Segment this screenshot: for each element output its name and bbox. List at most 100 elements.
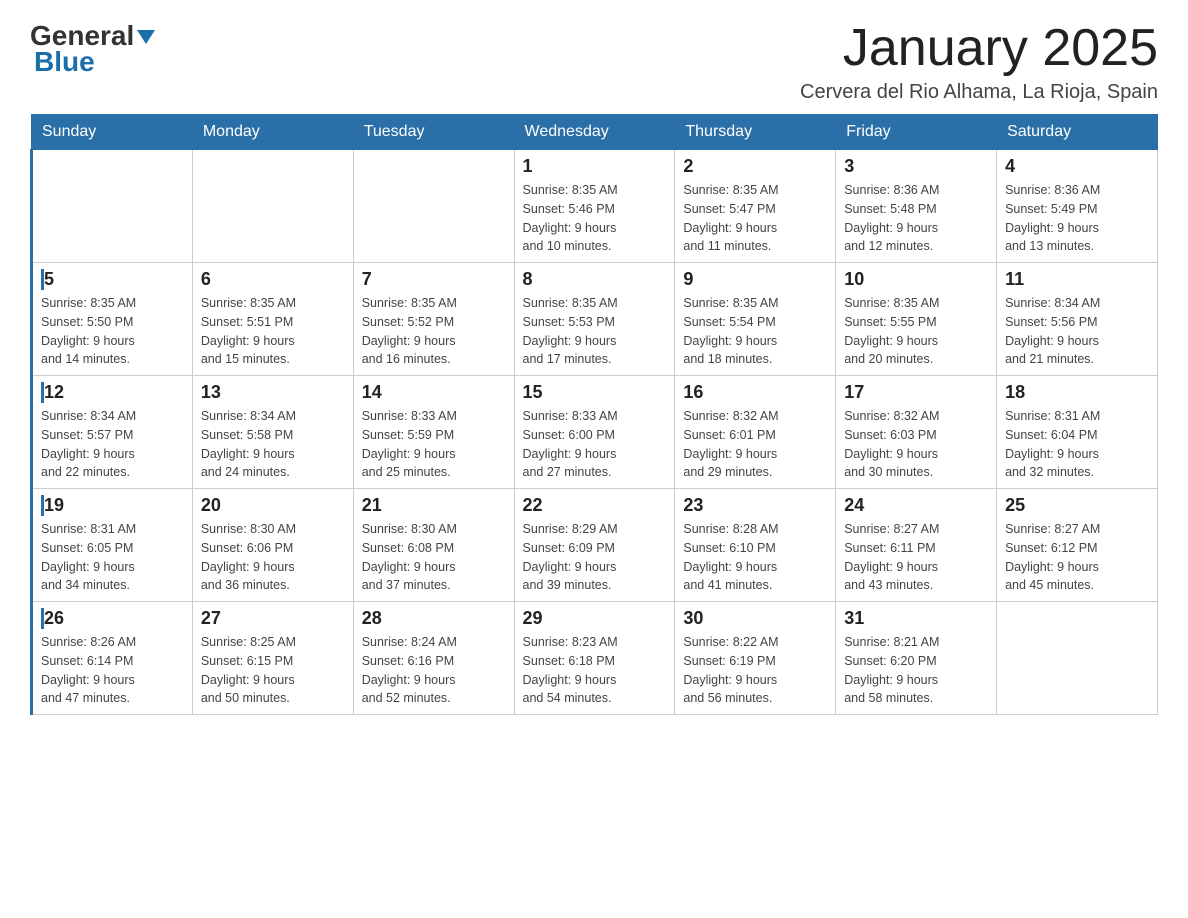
day-number: 8 (523, 269, 667, 290)
day-info: Sunrise: 8:33 AMSunset: 6:00 PMDaylight:… (523, 407, 667, 482)
day-number: 30 (683, 608, 827, 629)
day-number: 15 (523, 382, 667, 403)
calendar-cell: 10Sunrise: 8:35 AMSunset: 5:55 PMDayligh… (836, 263, 997, 376)
logo-triangle-icon (135, 26, 157, 48)
day-number: 6 (201, 269, 345, 290)
calendar-cell: 17 Sunrise: 8:32 AMSunset: 6:03 PMDayligh… (836, 376, 997, 489)
day-info: Sunrise: 8:24 AMSunset: 6:16 PMDaylight:… (362, 633, 506, 708)
calendar-cell: 1 Sunrise: 8:35 AMSunset: 5:46 PMDaylight… (514, 150, 675, 263)
calendar-cell: 4 Sunrise: 8:36 AMSunset: 5:49 PMDaylight… (997, 150, 1158, 263)
day-number: 13 (201, 382, 345, 403)
day-info: Sunrise: 8:30 AMSunset: 6:06 PMDaylight:… (201, 520, 345, 595)
calendar-week-row: 26 Sunrise: 8:26 AMSunset: 6:14 PMDayligh… (32, 602, 1158, 715)
day-number: 1 (523, 156, 667, 177)
calendar-cell: 30 Sunrise: 8:22 AMSunset: 6:19 PMDayligh… (675, 602, 836, 715)
day-info: Sunrise: 8:34 AMSunset: 5:56 PMDaylight:… (1005, 294, 1149, 369)
day-number: 5 (41, 269, 184, 290)
day-number: 17 (844, 382, 988, 403)
calendar-week-row: 12Sunrise: 8:34 AMSunset: 5:57 PMDayligh… (32, 376, 1158, 489)
calendar-cell: 14 Sunrise: 8:33 AMSunset: 5:59 PMDayligh… (353, 376, 514, 489)
calendar-cell (32, 150, 193, 263)
day-number: 7 (362, 269, 506, 290)
calendar-cell (353, 150, 514, 263)
calendar-cell (192, 150, 353, 263)
day-number: 23 (683, 495, 827, 516)
day-info: Sunrise: 8:35 AMSunset: 5:47 PMDaylight:… (683, 181, 827, 256)
calendar-header-tuesday: Tuesday (353, 115, 514, 150)
day-info: Sunrise: 8:35 AMSunset: 5:51 PMDaylight:… (201, 294, 345, 369)
day-info: Sunrise: 8:32 AMSunset: 6:03 PMDaylight:… (844, 407, 988, 482)
calendar-cell: 25 Sunrise: 8:27 AMSunset: 6:12 PMDayligh… (997, 489, 1158, 602)
calendar-week-row: 1 Sunrise: 8:35 AMSunset: 5:46 PMDaylight… (32, 150, 1158, 263)
day-number: 18 (1005, 382, 1149, 403)
day-number: 11 (1005, 269, 1149, 290)
calendar-cell: 16Sunrise: 8:32 AMSunset: 6:01 PMDayligh… (675, 376, 836, 489)
title-area: January 2025 Cervera del Rio Alhama, La … (800, 20, 1158, 104)
day-info: Sunrise: 8:35 AMSunset: 5:46 PMDaylight:… (523, 181, 667, 256)
day-number: 20 (201, 495, 345, 516)
calendar-cell: 19 Sunrise: 8:31 AMSunset: 6:05 PMDayligh… (32, 489, 193, 602)
calendar-header-wednesday: Wednesday (514, 115, 675, 150)
day-number: 2 (683, 156, 827, 177)
day-info: Sunrise: 8:25 AMSunset: 6:15 PMDaylight:… (201, 633, 345, 708)
day-number: 21 (362, 495, 506, 516)
day-info: Sunrise: 8:35 AMSunset: 5:52 PMDaylight:… (362, 294, 506, 369)
day-number: 10 (844, 269, 988, 290)
day-info: Sunrise: 8:34 AMSunset: 5:58 PMDaylight:… (201, 407, 345, 482)
calendar-header-thursday: Thursday (675, 115, 836, 150)
calendar-cell: 26 Sunrise: 8:26 AMSunset: 6:14 PMDayligh… (32, 602, 193, 715)
day-info: Sunrise: 8:36 AMSunset: 5:49 PMDaylight:… (1005, 181, 1149, 256)
calendar-header-friday: Friday (836, 115, 997, 150)
calendar-cell: 18Sunrise: 8:31 AMSunset: 6:04 PMDayligh… (997, 376, 1158, 489)
day-number: 31 (844, 608, 988, 629)
day-number: 28 (362, 608, 506, 629)
calendar-cell: 29 Sunrise: 8:23 AMSunset: 6:18 PMDayligh… (514, 602, 675, 715)
page-header: General Blue January 2025 Cervera del Ri… (30, 20, 1158, 104)
location-title: Cervera del Rio Alhama, La Rioja, Spain (800, 81, 1158, 104)
day-number: 4 (1005, 156, 1149, 177)
day-number: 25 (1005, 495, 1149, 516)
day-number: 26 (41, 608, 184, 629)
calendar-cell: 3Sunrise: 8:36 AMSunset: 5:48 PMDaylight… (836, 150, 997, 263)
calendar-header-monday: Monday (192, 115, 353, 150)
calendar-cell: 20 Sunrise: 8:30 AMSunset: 6:06 PMDayligh… (192, 489, 353, 602)
calendar-cell: 27 Sunrise: 8:25 AMSunset: 6:15 PMDayligh… (192, 602, 353, 715)
calendar-cell: 5Sunrise: 8:35 AMSunset: 5:50 PMDaylight… (32, 263, 193, 376)
day-info: Sunrise: 8:33 AMSunset: 5:59 PMDaylight:… (362, 407, 506, 482)
day-info: Sunrise: 8:23 AMSunset: 6:18 PMDaylight:… (523, 633, 667, 708)
calendar-cell: 31Sunrise: 8:21 AMSunset: 6:20 PMDayligh… (836, 602, 997, 715)
calendar-header-saturday: Saturday (997, 115, 1158, 150)
day-number: 9 (683, 269, 827, 290)
calendar-header-row: SundayMondayTuesdayWednesdayThursdayFrid… (32, 115, 1158, 150)
day-info: Sunrise: 8:28 AMSunset: 6:10 PMDaylight:… (683, 520, 827, 595)
day-number: 27 (201, 608, 345, 629)
month-title: January 2025 (800, 20, 1158, 77)
calendar-cell (997, 602, 1158, 715)
calendar-cell: 24 Sunrise: 8:27 AMSunset: 6:11 PMDayligh… (836, 489, 997, 602)
day-info: Sunrise: 8:31 AMSunset: 6:05 PMDaylight:… (41, 520, 184, 595)
day-info: Sunrise: 8:22 AMSunset: 6:19 PMDaylight:… (683, 633, 827, 708)
day-info: Sunrise: 8:26 AMSunset: 6:14 PMDaylight:… (41, 633, 184, 708)
calendar-cell: 22Sunrise: 8:29 AMSunset: 6:09 PMDayligh… (514, 489, 675, 602)
day-number: 14 (362, 382, 506, 403)
calendar-cell: 15 Sunrise: 8:33 AMSunset: 6:00 PMDayligh… (514, 376, 675, 489)
calendar-cell: 12Sunrise: 8:34 AMSunset: 5:57 PMDayligh… (32, 376, 193, 489)
day-number: 3 (844, 156, 988, 177)
calendar-cell: 6 Sunrise: 8:35 AMSunset: 5:51 PMDaylight… (192, 263, 353, 376)
calendar-cell: 28 Sunrise: 8:24 AMSunset: 6:16 PMDayligh… (353, 602, 514, 715)
day-number: 19 (41, 495, 184, 516)
calendar-cell: 7 Sunrise: 8:35 AMSunset: 5:52 PMDaylight… (353, 263, 514, 376)
calendar-cell: 2 Sunrise: 8:35 AMSunset: 5:47 PMDaylight… (675, 150, 836, 263)
calendar-cell: 8 Sunrise: 8:35 AMSunset: 5:53 PMDaylight… (514, 263, 675, 376)
calendar-cell: 21Sunrise: 8:30 AMSunset: 6:08 PMDayligh… (353, 489, 514, 602)
calendar-cell: 13 Sunrise: 8:34 AMSunset: 5:58 PMDayligh… (192, 376, 353, 489)
day-info: Sunrise: 8:35 AMSunset: 5:53 PMDaylight:… (523, 294, 667, 369)
day-number: 22 (523, 495, 667, 516)
day-number: 12 (41, 382, 184, 403)
day-number: 29 (523, 608, 667, 629)
day-info: Sunrise: 8:27 AMSunset: 6:12 PMDaylight:… (1005, 520, 1149, 595)
day-number: 24 (844, 495, 988, 516)
day-info: Sunrise: 8:27 AMSunset: 6:11 PMDaylight:… (844, 520, 988, 595)
day-info: Sunrise: 8:32 AMSunset: 6:01 PMDaylight:… (683, 407, 827, 482)
calendar-cell: 23 Sunrise: 8:28 AMSunset: 6:10 PMDayligh… (675, 489, 836, 602)
